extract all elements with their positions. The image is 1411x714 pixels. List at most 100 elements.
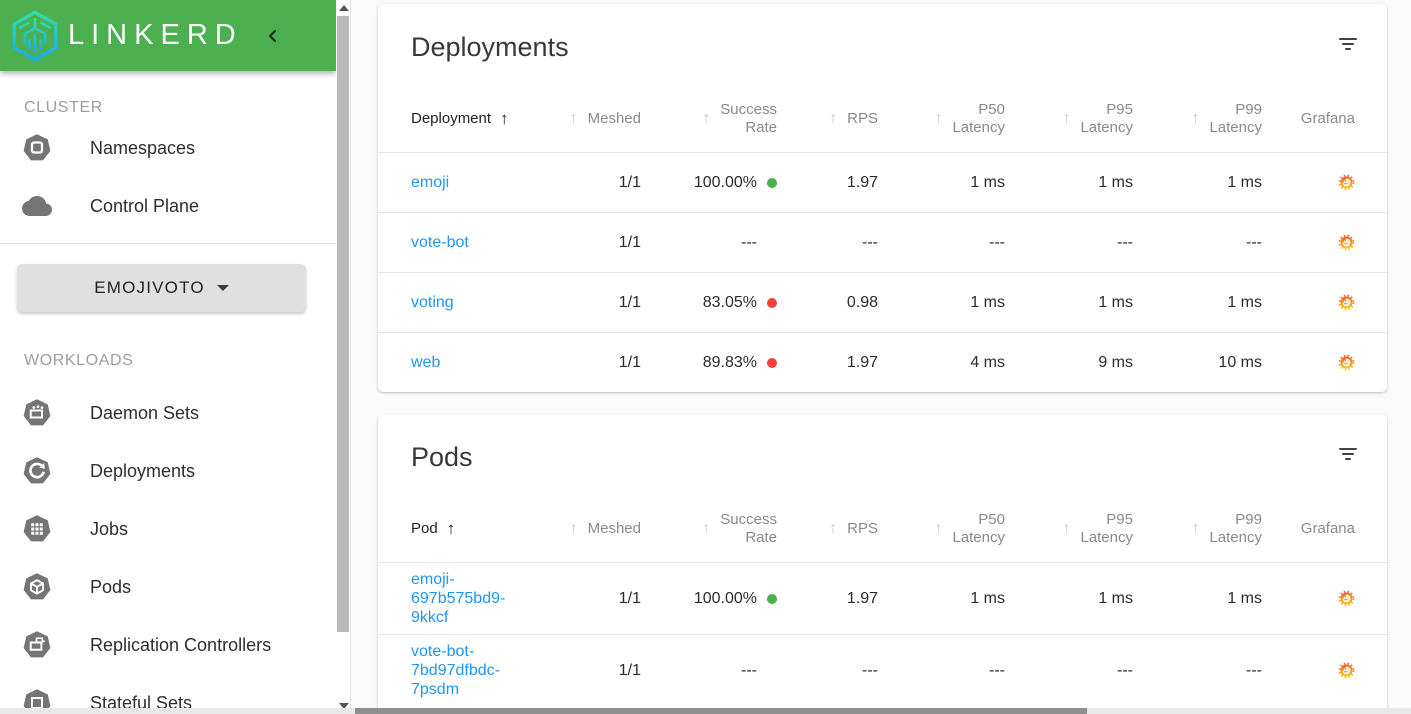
meshed-value: 1/1 [618,589,641,607]
daemon-sets-icon [22,398,52,428]
table-row: web 1/1 89.83% 1.97 4 ms 9 ms 10 ms [378,332,1387,392]
sidebar-scrollbar[interactable] [336,0,351,714]
column-header-p95-latency[interactable]: P95 Latency [1005,511,1133,547]
rps-value: --- [862,661,878,679]
sort-arrow-icon [934,520,942,538]
horizontal-scrollbar[interactable] [0,708,1411,714]
sort-arrow-icon [500,109,509,129]
meshed-value: 1/1 [618,353,641,371]
column-header-rps[interactable]: RPS [777,520,878,538]
sort-arrow-icon [934,110,942,128]
column-header-rps[interactable]: RPS [777,110,878,128]
deployment-link[interactable]: web [411,353,440,372]
grafana-link[interactable] [1338,354,1355,371]
filter-icon[interactable] [1339,448,1357,460]
main-content: Deployments Deployment Meshed Success Ra… [352,0,1411,714]
sidebar-item-label: Replication Controllers [90,634,272,655]
sort-arrow-icon [1191,520,1199,538]
p95-value: 1 ms [1098,293,1133,311]
linkerd-logo-icon [8,9,62,63]
status-dot [767,297,777,308]
namespace-selector-button[interactable]: EMOJIVOTO [17,264,306,312]
p50-value: 1 ms [970,173,1005,191]
sidebar-item-label: Deployments [90,460,196,481]
column-header-p95-latency[interactable]: P95 Latency [1005,101,1133,137]
grafana-link[interactable] [1338,590,1355,607]
pods-icon [22,572,52,602]
sidebar: LINKERD CLUSTER Namespaces Control Plane… [0,0,336,714]
sidebar-item-label: Pods [90,576,132,597]
sidebar-item-namespaces[interactable]: Namespaces [0,119,336,177]
grafana-link[interactable] [1338,294,1355,311]
sidebar-item-label: Namespaces [90,137,196,158]
column-header-meshed[interactable]: Meshed [551,520,641,538]
p99-value: --- [1246,233,1262,251]
sort-arrow-icon [702,110,710,128]
caret-down-icon [216,285,229,291]
success-rate-value: 100.00% [693,173,757,191]
sort-arrow-icon [1062,110,1070,128]
p50-value: 4 ms [970,353,1005,371]
status-dot [767,357,777,368]
sidebar-item-label: Control Plane [90,195,200,216]
success-rate-value: --- [741,233,757,251]
grafana-link[interactable] [1338,662,1355,679]
p50-value: 1 ms [970,589,1005,607]
control-plane-icon [22,191,52,221]
column-header-p99-latency[interactable]: P99 Latency [1133,101,1262,137]
p99-value: --- [1246,661,1262,679]
sort-arrow-icon [1062,520,1070,538]
column-header-meshed[interactable]: Meshed [551,110,641,128]
column-header-p50-latency[interactable]: P50 Latency [878,101,1005,137]
sort-arrow-icon [570,110,578,128]
p50-value: 1 ms [970,293,1005,311]
table-row: vote-bot-7bd97dfbdc-7psdm 1/1 --- --- --… [378,634,1387,706]
success-rate-value: 83.05% [702,293,757,311]
deployment-link[interactable]: voting [411,293,454,312]
pod-link[interactable]: emoji-697b575bd9-9kkcf [411,570,523,627]
column-header-p99-latency[interactable]: P99 Latency [1133,511,1262,547]
meshed-value: 1/1 [618,233,641,251]
sidebar-item-jobs[interactable]: Jobs [0,500,336,558]
column-header-grafana: Grafana [1300,110,1355,127]
sidebar-collapse-button[interactable] [265,28,281,44]
deployment-link[interactable]: vote-bot [411,233,469,252]
sidebar-item-daemon-sets[interactable]: Daemon Sets [0,384,336,442]
deployments-card: Deployments Deployment Meshed Success Ra… [378,4,1387,392]
sidebar-item-pods[interactable]: Pods [0,558,336,616]
rps-value: --- [862,233,878,251]
horizontal-scrollbar-thumb[interactable] [355,708,1087,714]
column-header-success-rate[interactable]: Success Rate [641,511,777,547]
column-header-grafana: Grafana [1300,520,1355,537]
deployment-link[interactable]: emoji [411,173,449,192]
sidebar-item-replication-controllers[interactable]: Replication Controllers [0,616,336,674]
deployments-table-header: Deployment Meshed Success Rate RPS P50 L… [378,86,1387,152]
pods-table-header: Pod Meshed Success Rate RPS P50 Latency … [378,496,1387,562]
sort-arrow-icon [570,520,578,538]
sidebar-item-deployments[interactable]: Deployments [0,442,336,500]
column-header-success-rate[interactable]: Success Rate [641,101,777,137]
cluster-section-label: CLUSTER [24,99,103,116]
p50-value: --- [989,661,1005,679]
grafana-link[interactable] [1338,234,1355,251]
status-dot [767,593,777,604]
pod-link[interactable]: vote-bot-7bd97dfbdc-7psdm [411,642,523,699]
table-row: vote-bot 1/1 --- --- --- --- --- [378,212,1387,272]
scroll-up-icon[interactable] [339,5,349,11]
jobs-icon [22,514,52,544]
rps-value: 0.98 [846,293,878,311]
success-rate-value: 100.00% [693,589,757,607]
column-header-p50-latency[interactable]: P50 Latency [878,511,1005,547]
deployments-icon [22,456,52,486]
p99-value: 1 ms [1227,173,1262,191]
grafana-link[interactable] [1338,174,1355,191]
column-header-pod[interactable]: Pod [411,519,551,539]
filter-icon[interactable] [1339,38,1357,50]
sort-arrow-icon [702,520,710,538]
sidebar-item-label: Jobs [90,518,129,539]
success-rate-value: 89.83% [702,353,757,371]
p99-value: 1 ms [1227,589,1262,607]
column-header-deployment[interactable]: Deployment [411,109,551,129]
sidebar-item-control-plane[interactable]: Control Plane [0,177,336,235]
sidebar-scrollbar-thumb[interactable] [337,16,349,632]
